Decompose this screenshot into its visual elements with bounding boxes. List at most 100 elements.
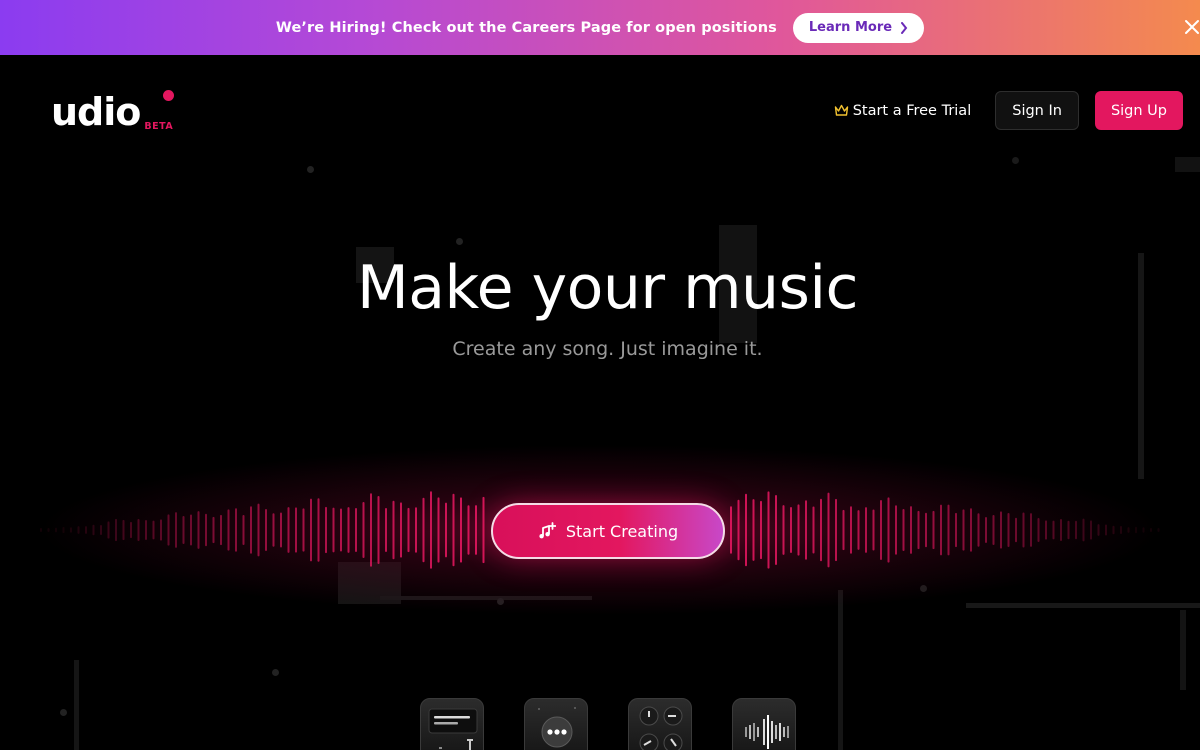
waveform-bar [910,506,912,554]
waveform-bar [77,526,80,534]
waveform-bar [962,509,965,551]
waveform-bar [295,507,297,553]
waveform-bar [1060,519,1062,541]
waveform-bar [827,492,830,568]
feature-tile-controls[interactable] [628,698,692,750]
knobs-icon [639,706,683,750]
logo-wordmark: udio [51,90,141,134]
feature-tile-chat[interactable] [524,698,588,750]
sign-in-button[interactable]: Sign In [995,91,1079,130]
close-icon[interactable] [1182,16,1200,38]
feature-tile-waveform[interactable] [732,698,796,750]
crown-icon [834,104,848,116]
free-trial-link[interactable]: Start a Free Trial [834,102,972,119]
waveform-bar [775,495,777,565]
hero-subtitle: Create any song. Just imagine it. [452,338,763,360]
waveform-bar [872,509,875,551]
waveform-bar [235,508,237,552]
waveform-bar [1022,512,1025,548]
sign-up-button[interactable]: Sign Up [1094,91,1183,130]
waveform-bar [190,514,192,546]
waveform-bar [325,506,327,554]
waveform-bar [1097,524,1100,536]
waveform-bar [850,506,852,554]
waveform-bar [820,498,822,562]
waveform-bar [385,507,387,553]
waveform-bar [842,509,845,551]
waveform-bar [355,507,357,553]
waveform-bar [242,515,245,545]
waveform-bar [55,527,57,533]
waveform-bar [797,504,800,556]
waveform-bar [205,513,207,547]
waveform-bar [1045,520,1047,540]
waveform-bar [62,526,65,534]
waveform-bar [1007,512,1010,548]
music-note-plus-icon [539,522,556,539]
waveform-bar [467,505,470,555]
waveform-bar [1135,526,1137,534]
waveform-bar [782,505,785,555]
udio-logo[interactable]: udio BETA [51,90,174,134]
waveform-bar [737,499,740,561]
waveform-bar [407,507,410,553]
waveform-bar [130,521,132,539]
waveform-bar [1000,511,1002,549]
waveform-bar [1067,520,1070,540]
waveform-bar [257,503,260,557]
waveform-bar [1030,513,1032,547]
waveform-bar [370,493,372,567]
waveform-bar [160,519,162,541]
waveform-bar [317,498,320,562]
waveform-bar [280,512,282,548]
waveform-bar [182,515,185,545]
waveform-bar [100,524,102,536]
waveform-bar [1142,527,1145,533]
waveform-bar [917,510,920,550]
waveform-bar [1157,528,1160,532]
waveform-bar [175,512,177,548]
waveform-bar [1120,525,1122,535]
waveform-bar [1127,527,1130,533]
waveform-bar [272,513,275,547]
start-creating-button[interactable]: Start Creating [491,503,725,559]
lyrics-editor-icon [428,708,478,750]
waveform-bar [1015,517,1017,543]
start-creating-label: Start Creating [565,521,679,541]
header-nav: Start a Free Trial Sign In Sign Up [834,91,1183,130]
waveform-bar [925,512,927,548]
waveform-bar [865,507,867,553]
waveform-bar [415,507,417,553]
waveform-bar [340,508,342,552]
waveform-bar [115,518,117,542]
waveform-bar [482,496,485,564]
waveform-bar [47,528,50,532]
waveform-bar [985,516,987,544]
beta-badge: BETA [144,121,174,132]
waveform-bar [377,496,380,564]
waveform-bar [197,511,200,549]
waveform-bar [400,502,402,558]
free-trial-label: Start a Free Trial [852,102,972,119]
waveform-bar [430,491,432,569]
waveform-bar [212,516,215,544]
waveform-bar [947,504,950,556]
hero-title: Make your music [356,253,859,323]
waveform-bar [310,498,312,562]
waveform-bar [40,528,42,532]
waveform-bar [887,497,890,563]
waveform-bar [812,506,815,554]
waveform-bar [955,512,957,548]
waveform-bar [445,502,447,558]
waveform-bar [752,499,755,561]
waveform-bar [70,527,72,533]
chevron-right-icon [901,21,908,34]
waveform-bar [167,514,170,546]
waveform-bar [302,508,305,552]
learn-more-label: Learn More [808,20,893,35]
waveform-bar [332,507,335,553]
feature-tile-lyrics[interactable] [420,698,484,750]
waveform-bar [1052,520,1055,540]
waveform-bar [745,493,747,567]
learn-more-button[interactable]: Learn More [792,12,925,43]
